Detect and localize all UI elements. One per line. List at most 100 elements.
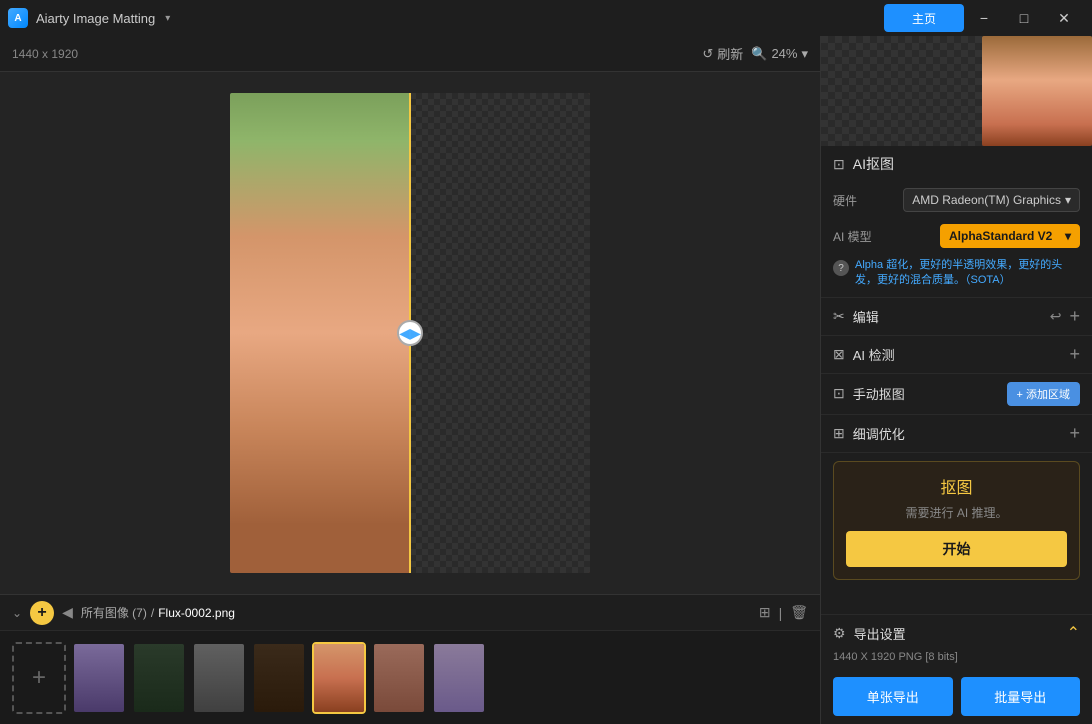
canvas-topbar: 1440 x 1920 ↺ 刷新 🔍 24% ▾ (0, 36, 820, 72)
titlebar-left: A Aiarty Image Matting ▾ (8, 8, 170, 28)
export-section: ⚙ 导出设置 ⌃ 1440 X 1920 PNG [8 bits] 单张导出 批… (821, 614, 1092, 724)
export-info: 1440 X 1920 PNG [8 bits] (821, 651, 1092, 669)
thumbnail-image (74, 644, 124, 712)
delete-icon[interactable]: 🗑 (790, 604, 808, 621)
breadcrumb-separator: / (151, 606, 154, 620)
ai-matting-section: ⊡ AI抠图 硬件 AMD Radeon(TM) Graphics ▾ AI 模… (821, 146, 1092, 298)
preview-thumbnail (821, 36, 1092, 146)
zoom-chevron-icon: ▾ (801, 46, 808, 62)
export-header-left: ⚙ 导出设置 (833, 624, 906, 643)
thumbnail-image (134, 644, 184, 712)
manual-matting-header: ⊡ 手动抠图 + 添加区域 (821, 374, 1092, 414)
hardware-row: 硬件 AMD Radeon(TM) Graphics ▾ (821, 182, 1092, 218)
filmstrip-left: ⌄ + ◀ 所有图像 (7) / Flux-0002.png (12, 601, 235, 625)
thumbnail-size-icon[interactable]: ⊞ (759, 604, 771, 621)
list-item[interactable] (192, 642, 246, 714)
help-icon: ? (833, 260, 849, 276)
ai-detect-header: ⊠ AI 检测 + (821, 336, 1092, 373)
zoom-icon: 🔍 (751, 46, 767, 62)
titlebar: A Aiarty Image Matting ▾ 主页 − □ ✕ (0, 0, 1092, 36)
image-left-half (230, 93, 410, 573)
app-logo: A (8, 8, 28, 28)
fine-tune-section: ⊞ 细调优化 + (821, 415, 1092, 453)
refresh-icon: ↺ (702, 46, 713, 62)
filmstrip-topbar: ⌄ + ◀ 所有图像 (7) / Flux-0002.png ⊞ | 🗑 (0, 595, 820, 631)
main-layout: 1440 x 1920 ↺ 刷新 🔍 24% ▾ (0, 36, 1092, 724)
matting-action: 抠图 需要进行 AI 推理。 开始 (833, 461, 1080, 580)
list-item[interactable] (372, 642, 426, 714)
model-chevron-icon: ▾ (1065, 229, 1071, 243)
model-dropdown[interactable]: AlphaStandard V2 ▾ (940, 224, 1080, 248)
nav-prev-icon[interactable]: ◀ (62, 604, 73, 621)
refresh-button[interactable]: ↺ 刷新 (702, 44, 743, 63)
edit-icon: ✂ (833, 308, 845, 325)
manual-matting-section: ⊡ 手动抠图 + 添加区域 (821, 374, 1092, 415)
ai-matting-header: ⊡ AI抠图 (821, 146, 1092, 182)
thumbnail-image (374, 644, 424, 712)
export-buttons: 单张导出 批量导出 (821, 669, 1092, 724)
list-item[interactable] (432, 642, 486, 714)
zoom-control[interactable]: 🔍 24% ▾ (751, 46, 808, 62)
fine-tune-header: ⊞ 细调优化 + (821, 415, 1092, 452)
add-image-button[interactable]: + (30, 601, 54, 625)
minimize-button[interactable]: − (964, 4, 1004, 32)
right-panel: ⊡ AI抠图 硬件 AMD Radeon(TM) Graphics ▾ AI 模… (820, 36, 1092, 724)
start-button[interactable]: 开始 (846, 531, 1067, 567)
filmstrip-slider-icon[interactable]: | (779, 605, 783, 621)
filmstrip-bar: ⌄ + ◀ 所有图像 (7) / Flux-0002.png ⊞ | 🗑 + (0, 594, 820, 724)
edit-add-button[interactable]: + (1069, 306, 1080, 327)
preview-image (982, 36, 1092, 146)
canvas-controls: ↺ 刷新 🔍 24% ▾ (702, 44, 808, 63)
fine-tune-icon: ⊞ (833, 425, 845, 442)
home-button[interactable]: 主页 (884, 4, 964, 32)
hardware-dropdown[interactable]: AMD Radeon(TM) Graphics ▾ (903, 188, 1080, 212)
list-item[interactable] (312, 642, 366, 714)
matting-action-title: 抠图 (846, 474, 1067, 498)
manual-matting-title: 手动抠图 (853, 384, 905, 403)
add-new-image-button[interactable]: + (12, 642, 66, 714)
help-row: ? Alpha 超化，更好的半透明效果，更好的头发，更好的混合质量。（SOTA） (821, 254, 1092, 297)
add-area-button[interactable]: + 添加区域 (1007, 382, 1080, 406)
fine-tune-add-button[interactable]: + (1069, 423, 1080, 444)
edit-title: 编辑 (853, 307, 879, 326)
edit-header: ✂ 编辑 ↩ + (821, 298, 1092, 335)
app-title: Aiarty Image Matting (36, 11, 155, 26)
comparison-divider-handle[interactable]: ◀▶ (397, 320, 423, 346)
hardware-chevron-icon: ▾ (1065, 193, 1071, 207)
edit-section: ✂ 编辑 ↩ + (821, 298, 1092, 336)
ai-detect-add-button[interactable]: + (1069, 344, 1080, 365)
ai-matting-title: AI抠图 (853, 154, 894, 174)
image-dimensions: 1440 x 1920 (12, 47, 78, 61)
edit-header-left: ✂ 编辑 (833, 307, 879, 326)
list-item[interactable] (252, 642, 306, 714)
filmstrip-right: ⊞ | 🗑 (759, 604, 808, 621)
model-value: AlphaStandard V2 (949, 229, 1052, 243)
all-images-label: 所有图像 (7) (81, 604, 147, 621)
single-export-button[interactable]: 单张导出 (833, 677, 953, 716)
chevron-down-icon[interactable]: ▾ (165, 13, 170, 24)
fine-tune-title: 细调优化 (853, 424, 905, 443)
thumbnail-image (434, 644, 484, 712)
current-filename: Flux-0002.png (158, 606, 235, 620)
collapse-filmstrip-button[interactable]: ⌄ (12, 606, 22, 620)
comparison-container: ◀▶ (230, 93, 590, 573)
ai-detect-section: ⊠ AI 检测 + (821, 336, 1092, 374)
undo-button[interactable]: ↩ (1050, 308, 1062, 325)
image-viewer: ◀▶ (0, 72, 820, 594)
maximize-button[interactable]: □ (1004, 4, 1044, 32)
batch-export-button[interactable]: 批量导出 (961, 677, 1081, 716)
export-expand-icon[interactable]: ⌃ (1067, 623, 1080, 643)
export-icon: ⚙ (833, 625, 846, 642)
filmstrip-scroll[interactable]: + (0, 631, 820, 724)
hardware-value: AMD Radeon(TM) Graphics (912, 193, 1061, 207)
ai-detect-icon: ⊠ (833, 346, 845, 363)
fine-tune-header-left: ⊞ 细调优化 (833, 424, 905, 443)
list-item[interactable] (72, 642, 126, 714)
titlebar-right: 主页 − □ ✕ (884, 4, 1084, 32)
breadcrumb: 所有图像 (7) / Flux-0002.png (81, 604, 235, 621)
thumbnail-image (254, 644, 304, 712)
close-button[interactable]: ✕ (1044, 4, 1084, 32)
list-item[interactable] (132, 642, 186, 714)
ai-detect-title: AI 检测 (853, 345, 895, 364)
ai-matting-icon: ⊡ (833, 156, 845, 173)
